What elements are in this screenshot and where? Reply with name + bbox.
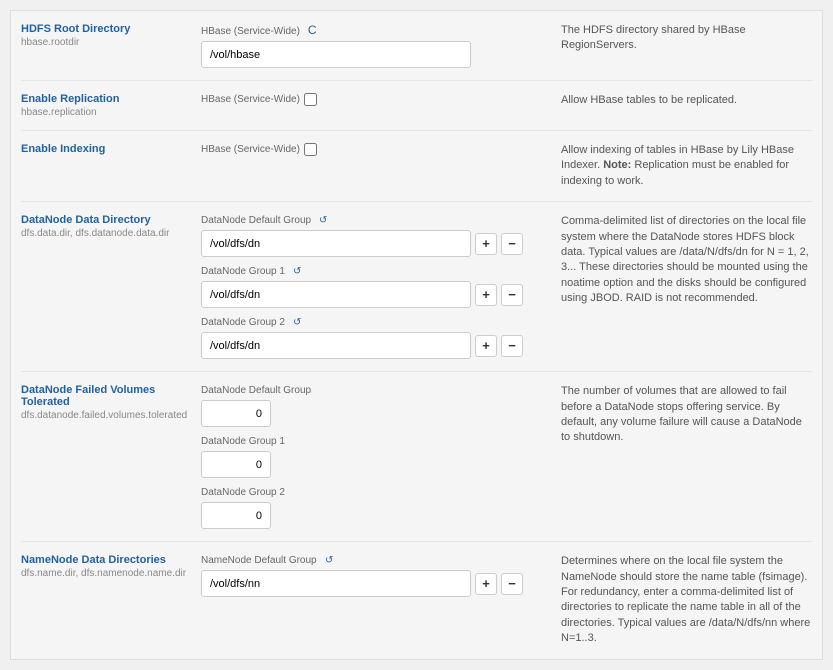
setting-title[interactable]: Enable Indexing [21,143,191,155]
setting-subtitle: dfs.name.dir, dfs.namenode.name.dir [21,568,191,579]
field-group: DataNode Default Group ↻ +− [201,214,541,257]
description-text: Comma-delimited list of directories on t… [561,215,809,304]
field-group: DataNode Group 1 [201,435,541,478]
reset-icon[interactable]: C [308,23,317,37]
undo-icon[interactable]: ↻ [293,317,301,328]
setting-label-col: DataNode Failed Volumes Tolerated dfs.dat… [21,384,201,529]
add-button[interactable]: + [475,573,497,595]
text-input[interactable] [201,41,471,68]
note-label: Note: [603,159,631,171]
setting-row: Enable Replication hbase.replication HBase… [21,81,812,131]
scope-label: DataNode Group 1 [201,266,285,277]
remove-button[interactable]: − [501,573,523,595]
remove-button[interactable]: − [501,284,523,306]
add-button[interactable]: + [475,335,497,357]
field-group: DataNode Group 2 [201,486,541,529]
setting-checkbox[interactable] [304,143,317,156]
setting-description: Allow indexing of tables in HBase by Lil… [541,143,812,189]
setting-label-col: HDFS Root Directory hbase.rootdir [21,23,201,68]
undo-icon[interactable]: ↻ [325,555,333,566]
scope-label: HBase (Service-Wide) [201,26,300,37]
field-group: DataNode Default Group [201,384,541,427]
setting-row: NameNode Data Directories dfs.name.dir, d… [21,542,812,658]
setting-subtitle: hbase.rootdir [21,37,191,48]
setting-title[interactable]: DataNode Data Directory [21,214,191,226]
add-button[interactable]: + [475,284,497,306]
field-row: +− [201,230,541,257]
field-row [201,400,541,427]
setting-title[interactable]: NameNode Data Directories [21,554,191,566]
scope-label: DataNode Group 2 [201,317,285,328]
scope-label: DataNode Default Group [201,215,311,226]
remove-button[interactable]: − [501,335,523,357]
setting-row: HDFS Root Directory hbase.rootdir HBase (S… [21,11,812,81]
field-group: HBase (Service-Wide) C [201,23,541,68]
setting-label-col: NameNode Data Directories dfs.name.dir, d… [21,554,201,646]
text-input[interactable] [201,570,471,597]
setting-description: Allow HBase tables to be replicated. [541,93,812,118]
scope-label: HBase (Service-Wide) [201,94,300,105]
field-row [201,502,541,529]
setting-fields-col: DataNode Default Group DataNode Group 1 Da… [201,384,541,529]
text-input[interactable] [201,281,471,308]
undo-icon[interactable]: ↻ [319,215,327,226]
setting-title[interactable]: Enable Replication [21,93,191,105]
setting-subtitle: hbase.replication [21,107,191,118]
setting-label-col: DataNode Data Directory dfs.data.dir, dfs… [21,214,201,359]
description-text: Allow HBase tables to be replicated. [561,94,737,106]
field-group: DataNode Group 1 ↻ +− [201,265,541,308]
field-group: NameNode Default Group ↻ +− [201,554,541,597]
setting-description: Comma-delimited list of directories on t… [541,214,812,359]
setting-subtitle: dfs.data.dir, dfs.datanode.data.dir [21,228,191,239]
number-input[interactable] [201,502,271,529]
setting-fields-col: DataNode Default Group↻+−DataNode Group … [201,214,541,359]
field-group: HBase (Service-Wide) [201,93,541,109]
setting-label-col: Enable Replication hbase.replication [21,93,201,118]
scope-label: DataNode Default Group [201,385,311,396]
add-button[interactable]: + [475,233,497,255]
scope-label: DataNode Group 1 [201,436,285,447]
field-row: +− [201,332,541,359]
setting-fields-col: HBase (Service-Wide) [201,93,541,118]
remove-button[interactable]: − [501,233,523,255]
field-group: HBase (Service-Wide) [201,143,541,159]
setting-description: The number of volumes that are allowed t… [541,384,812,529]
setting-fields-col: HBase (Service-Wide) C [201,23,541,68]
setting-subtitle: dfs.datanode.failed.volumes.tolerated [21,410,191,421]
setting-description: Determines where on the local file syste… [541,554,812,646]
field-row [201,451,541,478]
text-input[interactable] [201,230,471,257]
field-row [201,41,541,68]
field-group: DataNode Group 2 ↻ +− [201,316,541,359]
scope-label: NameNode Default Group [201,555,317,566]
number-input[interactable] [201,451,271,478]
setting-description: The HDFS directory shared by HBase Regio… [541,23,812,68]
description-text: The number of volumes that are allowed t… [561,385,802,443]
scope-label: DataNode Group 2 [201,487,285,498]
setting-title[interactable]: DataNode Failed Volumes Tolerated [21,384,191,408]
setting-row: DataNode Failed Volumes Tolerated dfs.dat… [21,372,812,542]
scope-label: HBase (Service-Wide) [201,144,300,155]
setting-row: DataNode Data Directory dfs.data.dir, dfs… [21,202,812,372]
setting-label-col: Enable Indexing [21,143,201,189]
setting-fields-col: NameNode Default Group ↻ +− [201,554,541,646]
text-input[interactable] [201,332,471,359]
field-row: +− [201,570,541,597]
number-input[interactable] [201,400,271,427]
setting-title[interactable]: HDFS Root Directory [21,23,191,35]
setting-fields-col: HBase (Service-Wide) [201,143,541,189]
setting-checkbox[interactable] [304,93,317,106]
setting-row: Enable Indexing HBase (Service-Wide) Allow… [21,131,812,202]
field-row: +− [201,281,541,308]
undo-icon[interactable]: ↻ [293,266,301,277]
description-text: The HDFS directory shared by HBase Regio… [561,24,746,51]
